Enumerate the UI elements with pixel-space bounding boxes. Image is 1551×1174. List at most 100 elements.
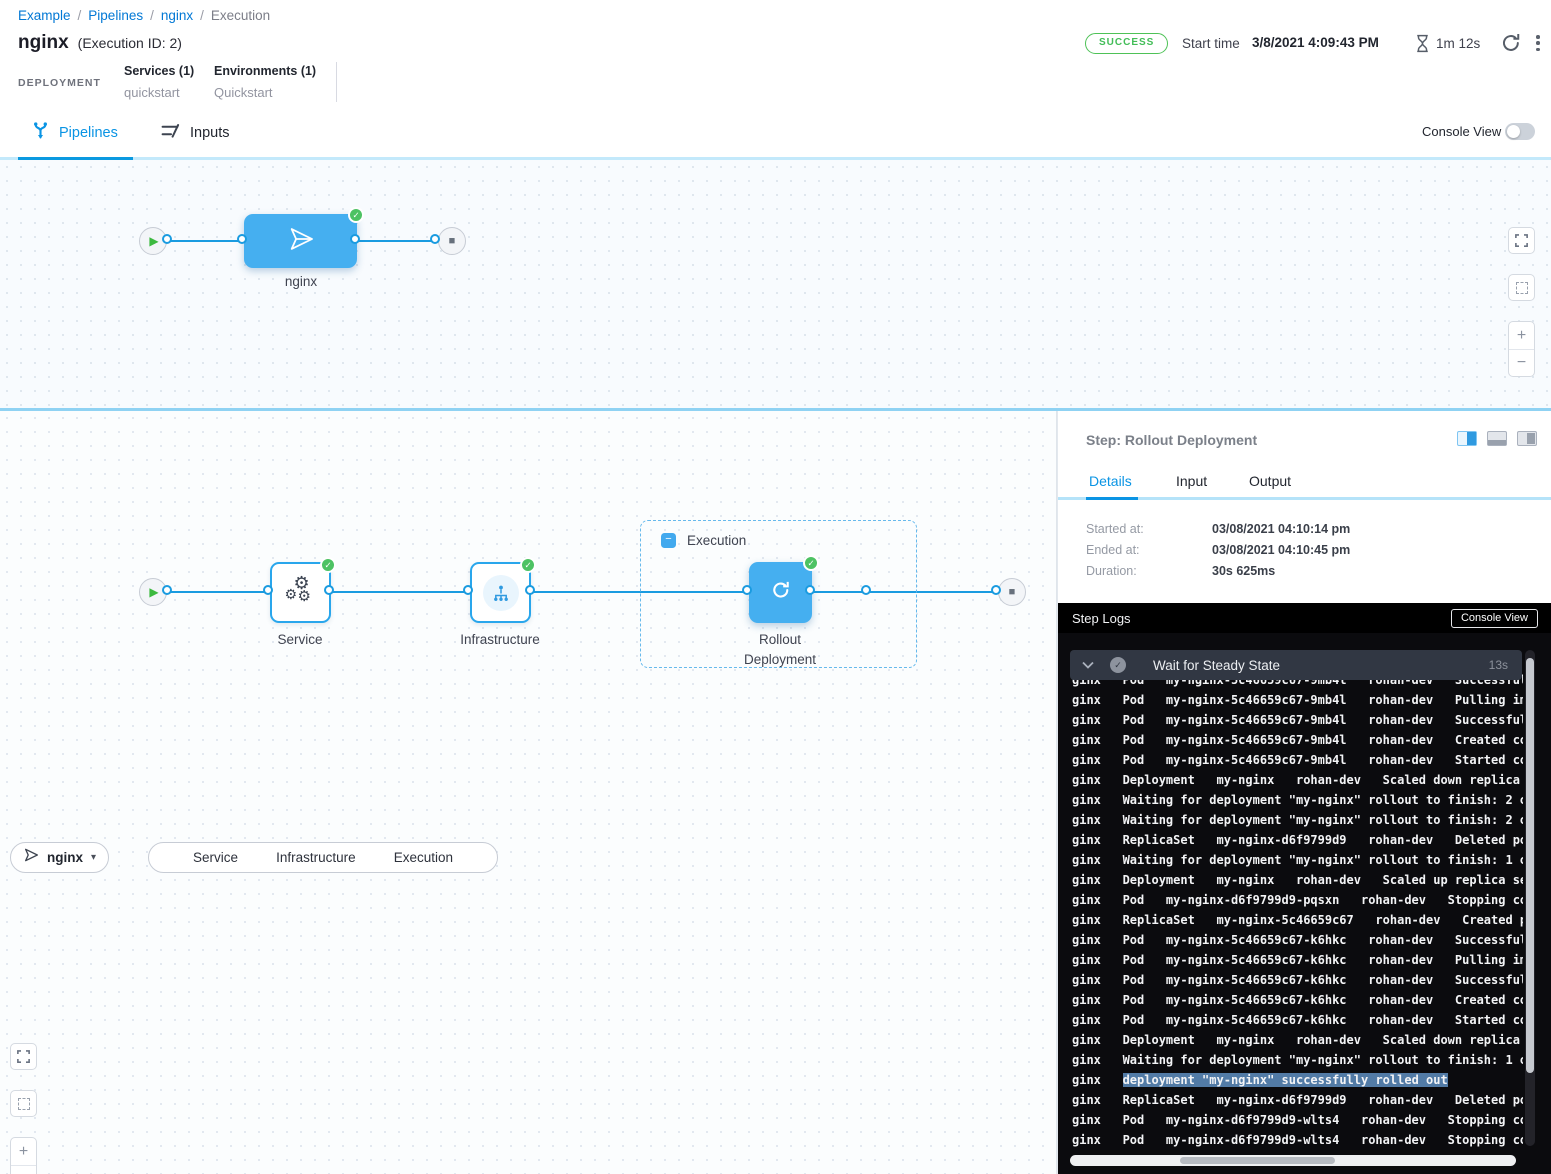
active-panel-tab-underline	[1086, 497, 1138, 500]
zoom-in-button[interactable]: +	[1509, 322, 1534, 349]
breadcrumb-separator: /	[200, 8, 204, 23]
tab-inputs[interactable]: Inputs	[161, 122, 230, 143]
breadcrumb-pipelines[interactable]: Pipelines	[88, 8, 143, 23]
success-check-icon: ✓	[520, 557, 536, 573]
log-line: ginx Pod my-nginx-d6f9799d9-pqsxn rohan-…	[1072, 890, 1523, 910]
log-line: ginx Pod my-nginx-5c46659c67-9mb4l rohan…	[1072, 690, 1523, 710]
vertical-scrollbar[interactable]	[1525, 650, 1535, 1146]
step-logs-panel: Step Logs Console View ✓ Wait for Steady…	[1058, 603, 1551, 1174]
success-check-icon: ✓	[320, 557, 336, 573]
zoom-out-button[interactable]: −	[11, 1165, 36, 1174]
fullscreen-button[interactable]	[10, 1043, 37, 1070]
log-line: ginx Pod my-nginx-5c46659c67-9mb4l rohan…	[1072, 750, 1523, 770]
stop-icon: ■	[1009, 587, 1016, 598]
pipeline-end-node[interactable]: ■	[438, 227, 466, 255]
collapse-group-icon[interactable]: −	[661, 533, 676, 548]
selection-button[interactable]	[1508, 274, 1535, 301]
started-at-value: 03/08/2021 04:10:14 pm	[1212, 522, 1350, 536]
zoom-out-button[interactable]: −	[1509, 349, 1534, 376]
log-line: ginx Deployment my-nginx rohan-dev Scale…	[1072, 1030, 1523, 1050]
tab-inputs-label: Inputs	[190, 125, 230, 141]
stage-selector-dropdown[interactable]: nginx ▾	[10, 842, 109, 873]
step-label-service: Service	[230, 632, 370, 647]
edge	[167, 240, 244, 242]
start-time-label: Start time	[1182, 36, 1240, 51]
paper-plane-icon	[23, 847, 39, 868]
horizontal-scrollbar[interactable]	[1070, 1155, 1516, 1166]
log-line: ginx Pod my-nginx-5c46659c67-k6hkc rohan…	[1072, 970, 1523, 990]
success-check-icon: ✓	[348, 207, 364, 223]
breadcrumb-current: Execution	[211, 8, 270, 23]
breadcrumb: Example / Pipelines / nginx / Execution	[18, 8, 270, 23]
breadcrumb-example[interactable]: Example	[18, 8, 71, 23]
log-group-header[interactable]: ✓ Wait for Steady State 13s	[1070, 650, 1522, 680]
chevron-down-icon: ▾	[91, 852, 96, 863]
stage-node-nginx[interactable]: ✓	[244, 214, 357, 268]
log-line: ginx Pod my-nginx-5c46659c67-k6hkc rohan…	[1072, 990, 1523, 1010]
environments-label: Environments (1)	[214, 64, 316, 78]
console-view-button[interactable]: Console View	[1451, 609, 1538, 628]
zoom-controls: + −	[1508, 321, 1535, 377]
execution-group-label: Execution	[687, 533, 746, 548]
tab-pipelines[interactable]: Pipelines	[32, 122, 118, 143]
log-line: ginx Pod my-nginx-5c46659c67-k6hkc rohan…	[1072, 950, 1523, 970]
breadcrumb-separator: /	[150, 8, 154, 23]
scrollbar-thumb[interactable]	[1180, 1157, 1335, 1164]
marquee-icon	[1516, 282, 1528, 294]
log-output[interactable]: ginx Pod my-nginx-5c46659c67-9mb4l rohan…	[1072, 670, 1523, 1150]
step-node-infrastructure[interactable]: ✓	[470, 562, 531, 623]
step-success-check-icon: ✓	[1110, 657, 1126, 673]
tab-output[interactable]: Output	[1249, 473, 1291, 489]
tab-details[interactable]: Details	[1089, 473, 1132, 489]
edge-connector	[805, 585, 815, 595]
ended-at-label: Ended at:	[1086, 543, 1140, 557]
active-tab-underline	[18, 157, 133, 160]
log-line: ginx Waiting for deployment "my-nginx" r…	[1072, 810, 1523, 830]
fullscreen-button[interactable]	[1508, 227, 1535, 254]
pill-service[interactable]: Service	[193, 850, 238, 865]
edge-connector	[237, 234, 247, 244]
zoom-in-button[interactable]: +	[11, 1138, 36, 1165]
status-badge: SUCCESS	[1085, 33, 1168, 54]
pipelines-icon	[32, 122, 49, 143]
layout-dock-right-icon[interactable]	[1517, 431, 1537, 446]
edge-connector	[463, 585, 473, 595]
edge-connector	[263, 585, 273, 595]
ended-at-value: 03/08/2021 04:10:45 pm	[1212, 543, 1350, 557]
log-line: ginx Waiting for deployment "my-nginx" r…	[1072, 790, 1523, 810]
started-at-label: Started at:	[1086, 522, 1144, 536]
gears-icon: ⚙⚙⚙	[285, 577, 317, 609]
pill-infrastructure[interactable]: Infrastructure	[276, 850, 356, 865]
pipeline-canvas[interactable]: ▶ ✓ ■ nginx + −	[0, 160, 1551, 408]
stage-canvas[interactable]: nginx ▾ Service Infrastructure Execution…	[0, 411, 1057, 1174]
layout-dock-bottom-icon[interactable]	[1487, 431, 1507, 446]
tab-input[interactable]: Input	[1176, 473, 1207, 489]
marquee-icon	[18, 1098, 30, 1110]
selection-button[interactable]	[10, 1090, 37, 1117]
detail-row-duration: Duration: 30s 625ms	[1086, 564, 1137, 578]
stage-section-pills: Service Infrastructure Execution	[148, 842, 498, 873]
console-view-label: Console View	[1422, 124, 1501, 139]
scrollbar-thumb[interactable]	[1526, 658, 1534, 1073]
stage-selector-label: nginx	[47, 850, 83, 865]
step-label-infrastructure: Infrastructure	[430, 632, 570, 647]
layout-split-right-icon[interactable]	[1457, 431, 1477, 446]
stage-end-node[interactable]: ■	[998, 578, 1026, 606]
pill-execution[interactable]: Execution	[394, 850, 453, 865]
step-detail-panel: Step: Rollout Deployment Details Input O…	[1057, 411, 1551, 1174]
tab-pipelines-label: Pipelines	[59, 125, 118, 141]
breadcrumb-nginx[interactable]: nginx	[161, 8, 193, 23]
log-line: ginx Waiting for deployment "my-nginx" r…	[1072, 1050, 1523, 1070]
log-line: ginx Deployment my-nginx rohan-dev Scale…	[1072, 870, 1523, 890]
edge	[167, 591, 270, 593]
log-line: ginx ReplicaSet my-nginx-d6f9799d9 rohan…	[1072, 830, 1523, 850]
paper-plane-icon	[287, 225, 315, 258]
edge-connector	[430, 234, 440, 244]
console-view-toggle[interactable]	[1505, 123, 1535, 140]
more-options-icon[interactable]	[1531, 34, 1545, 52]
log-group-title: Wait for Steady State	[1153, 658, 1280, 673]
step-node-rollout-deployment[interactable]: ✓	[749, 562, 812, 623]
log-line: ginx Waiting for deployment "my-nginx" r…	[1072, 850, 1523, 870]
rerun-icon[interactable]	[1500, 32, 1522, 54]
step-node-service[interactable]: ⚙⚙⚙ ✓	[270, 562, 331, 623]
